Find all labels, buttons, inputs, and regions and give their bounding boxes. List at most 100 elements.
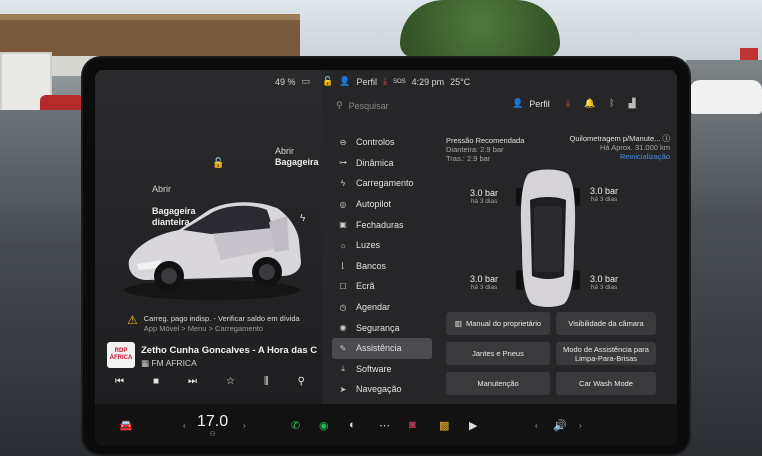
- temp-left-chevron-icon[interactable]: ‹: [183, 404, 186, 446]
- rear-trunk-name: Bagageira: [275, 157, 319, 167]
- menu-label: Carregamento: [356, 178, 414, 189]
- menu-item-assistencia[interactable]: ✎ Assistência: [332, 337, 432, 359]
- background-white-car: [690, 80, 762, 114]
- info-icon[interactable]: ⓘ: [663, 134, 671, 143]
- bolt-icon: ϟ: [340, 178, 346, 188]
- car-3d-illustration: [124, 202, 301, 300]
- tire-rear-left: 3.0 bar há 3 dias: [470, 274, 498, 291]
- battery-status: 49 % ▭: [275, 76, 310, 87]
- volume-icon[interactable]: 🔊: [553, 404, 567, 446]
- spotify-icon[interactable]: ◉: [319, 404, 329, 446]
- favorite-icon[interactable]: ☆: [226, 376, 235, 387]
- alert-message: Carreg. pago indisp. - Verificar saldo e…: [143, 314, 300, 323]
- menu-label: Autopilot: [356, 199, 392, 210]
- owners-manual-button[interactable]: ▥ Manual do proprietário: [446, 312, 550, 335]
- search-icon: ⚲: [336, 100, 343, 110]
- tire-pressure: 3.0 bar: [470, 188, 499, 198]
- equalizer-icon[interactable]: ⫼: [264, 376, 269, 387]
- profile-icon: 👤: [512, 98, 524, 108]
- odometer-title: Quilometragem p/Manute...: [569, 134, 661, 143]
- sos-label[interactable]: SOS: [393, 79, 406, 85]
- menu-label: Assistência: [356, 343, 402, 354]
- volume-left-chevron-icon[interactable]: ‹: [535, 404, 538, 446]
- volume-right-chevron-icon[interactable]: ›: [579, 404, 582, 446]
- menu-item-dinamica[interactable]: ⊶ Dinâmica: [332, 153, 432, 174]
- record-icon[interactable]: ◙: [409, 404, 416, 446]
- charging-alert[interactable]: ⚠ Carreg. pago indisp. - Verificar saldo…: [127, 314, 300, 334]
- bluetooth-icon[interactable]: ᛒ: [609, 98, 614, 109]
- front-pressure: Dianteira: 2.9 bar: [446, 145, 504, 154]
- temp-right-chevron-icon[interactable]: ›: [243, 404, 246, 446]
- media-player[interactable]: RDP ÁFRICA Zetho Cunha Goncalves - A Hor…: [105, 340, 317, 400]
- menu-item-controlos[interactable]: ⊖ Controlos: [332, 132, 432, 153]
- menu-item-ecra[interactable]: ☐ Ecrã: [332, 276, 432, 297]
- button-label: Modo de Assistência para Limpa-Para-Bris…: [563, 344, 649, 363]
- menu-item-luzes[interactable]: ☼ Luzes: [332, 235, 432, 256]
- car-icon[interactable]: 🚘: [119, 404, 133, 446]
- lock-status-icon[interactable]: 🔓: [322, 76, 333, 87]
- stop-icon[interactable]: ■: [153, 376, 159, 387]
- profile-button[interactable]: 👤 Perfil: [512, 98, 550, 109]
- next-icon[interactable]: ⏭: [188, 376, 197, 387]
- phone-icon[interactable]: ✆: [291, 404, 300, 446]
- menu-label: Agendar: [356, 302, 391, 313]
- menu-label: Navegação: [356, 384, 402, 395]
- steering-wheel-icon: ◎: [339, 199, 347, 209]
- settings-menu: ⊖ Controlos ⊶ Dinâmica ϟ Carregamento ◎ Auto…: [332, 132, 432, 400]
- bell-icon[interactable]: 🔔: [584, 98, 595, 109]
- menu-item-fechaduras[interactable]: ▣ Fechaduras: [332, 214, 432, 235]
- bottom-dock: 🚘 ‹ 17.0 ⚇ › ✆ ◉ ◐ ⋯ ◙ ▩ ▶ ‹ 🔊 ›: [95, 404, 677, 446]
- wheels-tires-button[interactable]: Jantes e Pneus: [446, 342, 550, 365]
- search-bar[interactable]: ⚲ Pesquisar: [336, 100, 389, 111]
- car-wash-mode-button[interactable]: Car Wash Mode: [556, 372, 656, 395]
- station-label: FM AFRICA: [151, 358, 197, 368]
- download-update-icon[interactable]: ⤓: [566, 98, 570, 109]
- search-input[interactable]: Pesquisar: [349, 101, 389, 111]
- menu-label: Luzes: [356, 240, 381, 251]
- background-building: [0, 14, 300, 56]
- tire-updated: há 3 dias: [590, 196, 618, 203]
- wiper-service-mode-button[interactable]: Modo de Assistência para Limpa-Para-Bris…: [556, 342, 656, 365]
- tire-updated: há 3 dias: [470, 198, 498, 205]
- unlock-icon[interactable]: 🔓: [212, 158, 224, 169]
- camera-visibility-button[interactable]: Visibilidade da câmara: [556, 312, 656, 335]
- clock: 4:29 pm: [411, 76, 445, 87]
- background-tree: [400, 0, 560, 58]
- games-icon[interactable]: ▩: [439, 404, 449, 446]
- sun-icon: ☼: [339, 240, 347, 250]
- dashboard-right: [686, 60, 762, 456]
- dashboard-left: [0, 110, 86, 456]
- maintenance-button[interactable]: Manutenção: [446, 372, 550, 395]
- menu-item-bancos[interactable]: ⌊ Bancos: [332, 256, 432, 277]
- video-icon[interactable]: ▶: [469, 404, 477, 446]
- album-art: RDP ÁFRICA: [107, 342, 135, 368]
- update-icon[interactable]: ⤓: [383, 76, 387, 87]
- previous-icon[interactable]: ⏮: [115, 376, 124, 387]
- button-label: Car Wash Mode: [579, 379, 633, 388]
- battery-icon: ▭: [301, 76, 311, 86]
- menu-item-seguranca[interactable]: ◉ Segurança: [332, 317, 432, 338]
- button-label: Visibilidade da câmara: [568, 319, 644, 328]
- rear-trunk-button[interactable]: Abrir Bagageira: [275, 146, 319, 168]
- menu-item-carregamento[interactable]: ϟ Carregamento: [332, 173, 432, 194]
- cabin-temperature-value: 17.0: [197, 412, 229, 430]
- more-icon[interactable]: ⋯: [379, 404, 390, 446]
- menu-item-agendar[interactable]: ◷ Agendar: [332, 297, 432, 318]
- profile-label[interactable]: Perfil: [356, 77, 377, 87]
- lock-icon: ▣: [339, 220, 347, 230]
- tire-rear-right: 3.0 bar há 3 dias: [590, 274, 618, 291]
- tire-front-left: 3.0 bar há 3 dias: [470, 188, 498, 205]
- menu-label: Controlos: [356, 137, 395, 148]
- menu-item-autopilot[interactable]: ◎ Autopilot: [332, 194, 432, 215]
- cabin-temperature[interactable]: 17.0 ⚇: [197, 404, 228, 446]
- battery-level: 49 %: [275, 76, 296, 87]
- menu-item-navegacao[interactable]: ➤ Navegação: [332, 379, 432, 400]
- reset-link[interactable]: Reinicialização: [536, 152, 670, 161]
- warning-icon: ⚠: [127, 313, 138, 327]
- tire-front-right: 3.0 bar há 3 dias: [590, 186, 618, 203]
- search-media-icon[interactable]: ⚲: [298, 376, 305, 387]
- shield-icon: ◉: [339, 323, 347, 333]
- camera-app-icon[interactable]: ◐: [349, 404, 356, 446]
- menu-item-software[interactable]: ⤓ Software: [332, 359, 432, 380]
- tire-updated: há 3 dias: [590, 284, 618, 291]
